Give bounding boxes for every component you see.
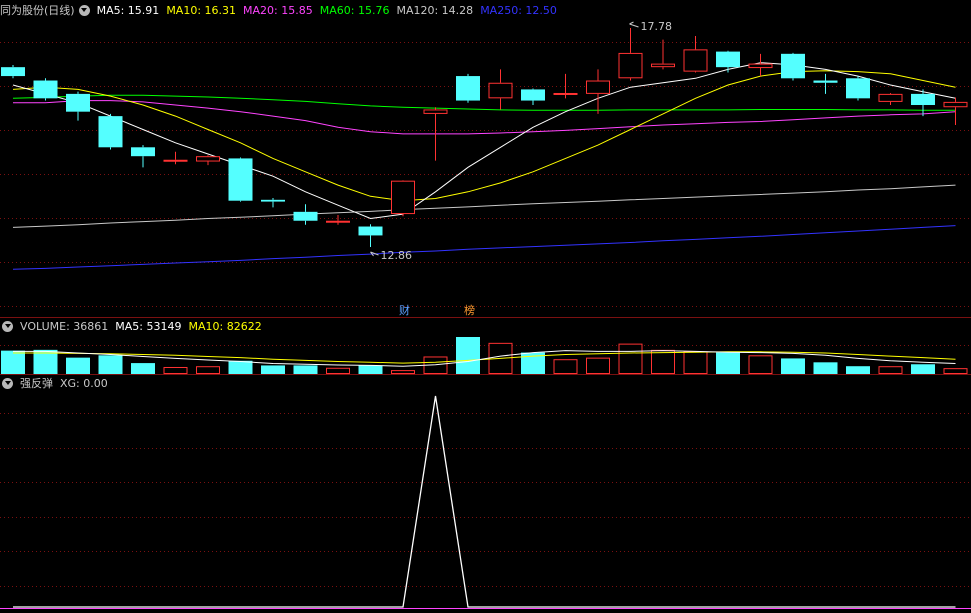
indicator-panel-dropdown-icon[interactable] xyxy=(2,377,13,389)
volume-ma5-readout: MA5: 53149 xyxy=(115,319,182,333)
volume-bar-up xyxy=(163,366,188,374)
candle-body-down xyxy=(293,211,318,221)
indicator-xg-readout: XG: 0.00 xyxy=(60,376,108,390)
price-panel-header: 同为股份(日线) MA5: 15.91 MA10: 16.31 MA20: 15… xyxy=(0,1,564,19)
high-marker-arrow xyxy=(629,21,639,28)
ma10-readout: MA10: 16.31 xyxy=(166,3,237,17)
volume-bar-up xyxy=(683,351,708,374)
volume-ma10-readout: MA10: 82622 xyxy=(188,319,262,333)
volume-bar-down xyxy=(813,362,838,374)
volume-bar-down xyxy=(228,360,253,374)
volume-panel-dropdown-icon[interactable] xyxy=(2,320,13,332)
ranking-badge: 榜 xyxy=(464,303,475,317)
volume-bar-down xyxy=(66,357,90,374)
candle-body-up xyxy=(943,101,968,108)
volume-bar-up xyxy=(553,359,578,375)
volume-bar-down xyxy=(98,355,123,374)
volume-bar-up xyxy=(748,355,773,375)
volume-bar-down xyxy=(261,365,285,374)
indicator-name: 强反弹 xyxy=(20,377,53,390)
volume-bar-up xyxy=(196,366,220,375)
candle-body-down xyxy=(521,89,545,101)
candle-body-down xyxy=(66,93,90,112)
volume-bar-down xyxy=(358,365,383,374)
volume-bar-up xyxy=(943,368,968,375)
high-marker-label: 17.78 xyxy=(641,20,673,33)
volume-bar-up xyxy=(618,343,643,375)
ma20-readout: MA20: 15.85 xyxy=(243,3,313,17)
chart-canvas[interactable]: 17.78 12.86 财 榜 xyxy=(0,0,971,613)
volume-bar-down xyxy=(781,358,805,374)
volume-bar-up xyxy=(878,366,903,375)
ma120-line xyxy=(12,184,956,228)
ma120-readout: MA120: 14.28 xyxy=(396,3,474,17)
ma20-line xyxy=(13,100,956,135)
candle-body-down xyxy=(813,80,838,83)
volume-bar-down xyxy=(846,366,870,374)
price-panel-dropdown-icon[interactable] xyxy=(78,4,90,16)
candle-body-down xyxy=(911,93,935,106)
volume-readout: VOLUME: 36861 xyxy=(20,319,109,333)
candle-body-up xyxy=(326,220,350,223)
ma60-readout: MA60: 15.76 xyxy=(319,3,390,17)
ma10-line xyxy=(12,70,956,202)
volume-panel-header: VOLUME: 36861 MA5: 53149 MA10: 82622 xyxy=(0,317,269,335)
candle-body-down xyxy=(716,51,740,68)
indicator-signal-line xyxy=(13,395,956,608)
ma5-readout: MA5: 15.91 xyxy=(96,3,160,17)
volume-bar-down xyxy=(911,364,935,374)
candle-body-up xyxy=(683,49,708,72)
candle-body-up xyxy=(196,156,220,162)
volume-bar-up xyxy=(391,370,415,374)
low-marker-label: 12.86 xyxy=(381,249,413,262)
candle-body-up xyxy=(391,180,415,215)
indicator-panel-header: 强反弹 XG: 0.00 xyxy=(0,374,115,392)
stock-chart-window: 17.78 12.86 财 榜 同为股份(日线) MA5: 15.91 MA10: 1… xyxy=(0,0,971,613)
candle-body-up xyxy=(618,52,643,79)
candle-body-up xyxy=(163,159,188,162)
candle-body-down xyxy=(261,199,285,202)
volume-bar-up xyxy=(651,349,675,374)
volume-bar-down xyxy=(293,365,318,374)
volume-bar-up xyxy=(326,367,350,375)
candle-body-down xyxy=(228,158,253,201)
volume-bar-up xyxy=(586,357,610,375)
candle-body-down xyxy=(33,80,58,99)
volume-bar-down xyxy=(716,352,740,374)
volume-bar-down xyxy=(1,350,25,374)
candle-body-down xyxy=(456,76,480,101)
candle-body-up xyxy=(553,92,578,95)
candle-body-down xyxy=(131,147,155,157)
candle-body-up xyxy=(651,63,675,68)
candle-body-down xyxy=(781,53,805,79)
candle-body-up xyxy=(488,82,513,99)
candle-body-up xyxy=(423,109,448,114)
volume-bar-down xyxy=(456,337,480,374)
candle-body-up xyxy=(586,80,610,94)
volume-bar-down xyxy=(131,363,155,374)
candle-body-down xyxy=(358,226,383,236)
candle-body-down xyxy=(846,78,870,99)
candle-body-up xyxy=(878,93,903,102)
candle-body-down xyxy=(1,67,25,77)
ma250-readout: MA250: 12.50 xyxy=(480,3,557,17)
stock-title: 同为股份(日线) xyxy=(0,4,75,17)
candle-body-down xyxy=(98,116,123,148)
candle-body-up xyxy=(748,63,773,69)
finance-badge: 财 xyxy=(399,303,410,317)
